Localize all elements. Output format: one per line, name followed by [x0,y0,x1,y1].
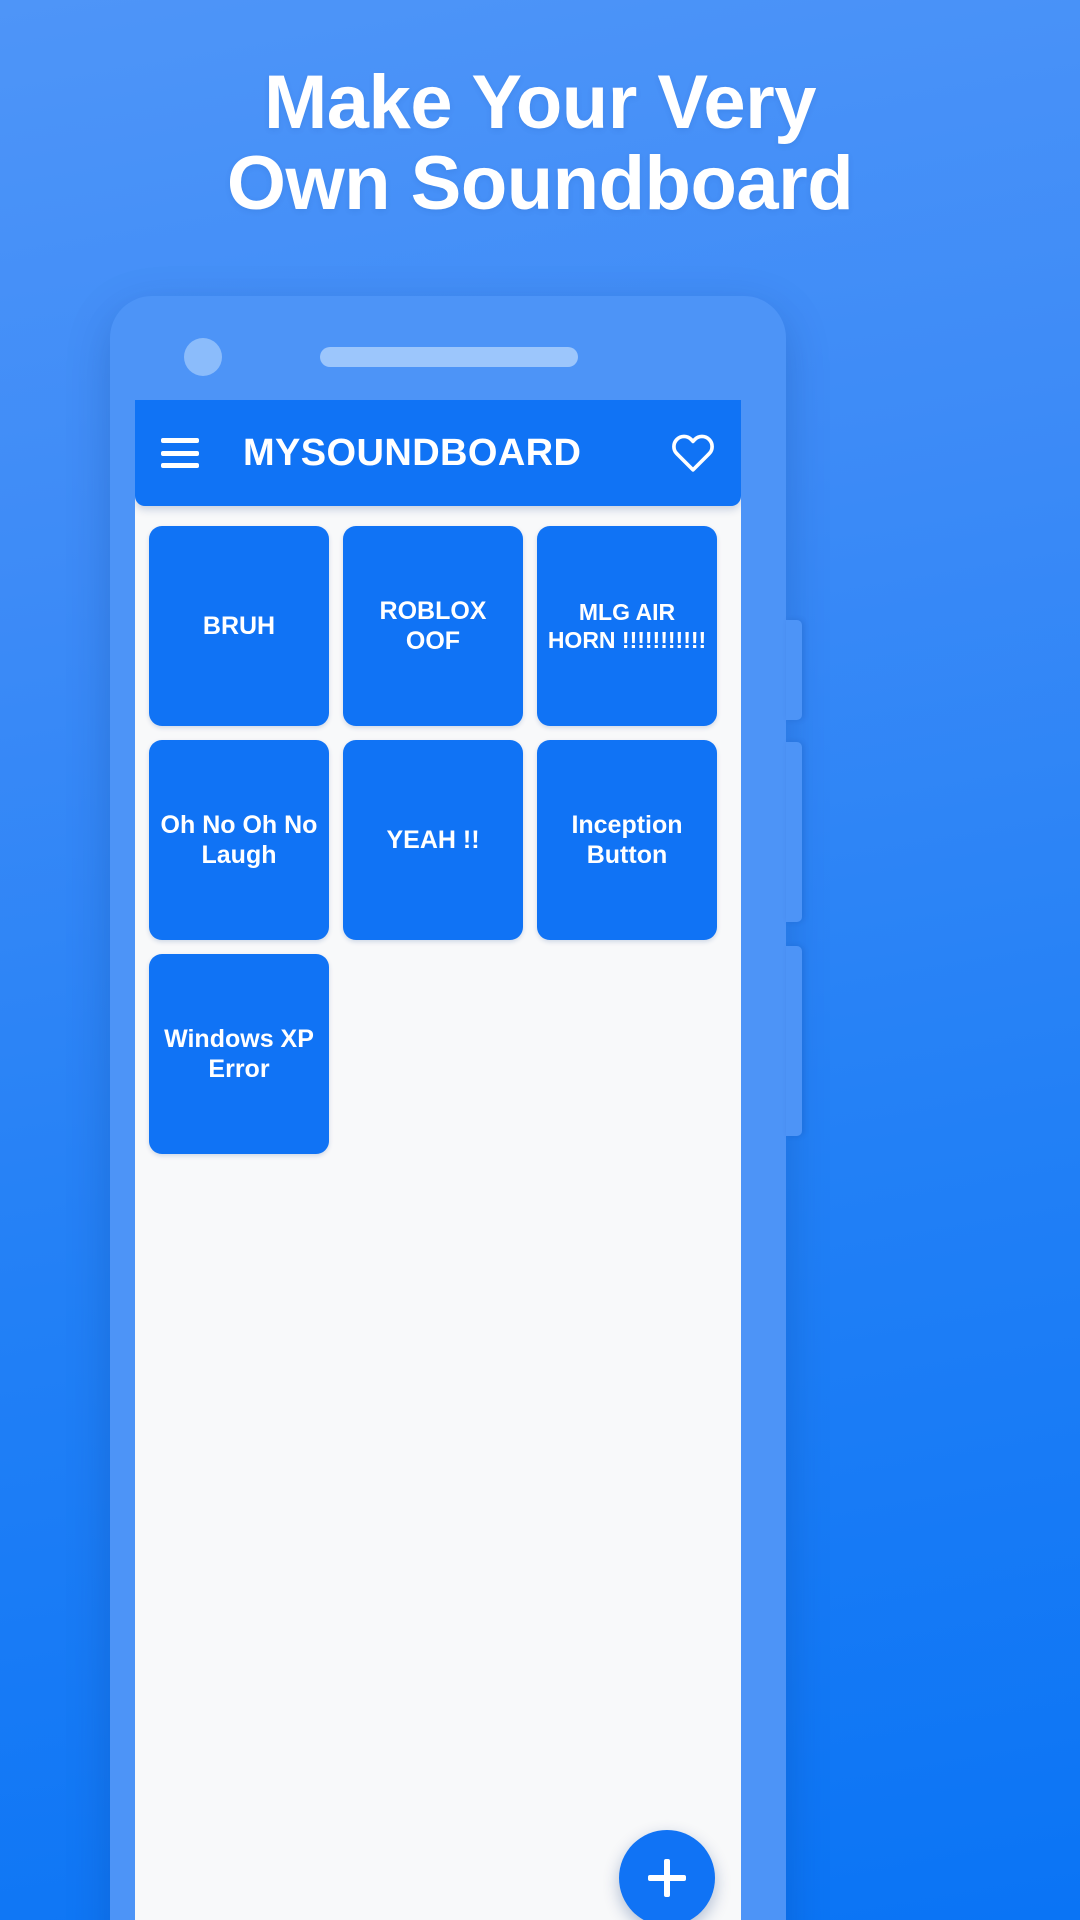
page-title: MYSOUNDBOARD [243,431,582,474]
headline-line-1: Make Your Very [263,60,817,145]
phone-mockup: MYSOUNDBOARD BRUH ROBLOX OOF MLG AIR HOR… [110,296,802,1920]
promo-screenshot: Make Your Very Own Soundboard MYSOUNDBOA… [0,0,1080,1920]
volume-up-button[interactable] [786,742,802,922]
sound-button[interactable]: Oh No Oh No Laugh [149,740,329,940]
sound-button[interactable]: YEAH !! [343,740,523,940]
sound-button-grid: BRUH ROBLOX OOF MLG AIR HORN !!!!!!!!!!!… [135,516,741,1164]
sound-button[interactable]: Windows XP Error [149,954,329,1154]
camera-dot-icon [184,338,222,376]
hamburger-menu-icon[interactable] [161,438,199,468]
speaker-grille-icon [320,347,578,367]
headline-line-2: Own Soundboard [226,141,854,227]
heart-outline-icon[interactable] [671,431,715,475]
sound-button[interactable]: BRUH [149,526,329,726]
sound-button[interactable]: Inception Button [537,740,717,940]
sound-button[interactable]: MLG AIR HORN !!!!!!!!!!! [537,526,717,726]
volume-down-button[interactable] [786,946,802,1136]
sound-button[interactable]: ROBLOX OOF [343,526,523,726]
app-bar: MYSOUNDBOARD [135,400,741,506]
power-button[interactable] [786,620,802,720]
promo-headline: Make Your Very Own Soundboard [0,62,1080,225]
plus-icon [664,1859,670,1897]
phone-screen: MYSOUNDBOARD BRUH ROBLOX OOF MLG AIR HOR… [135,400,741,1920]
add-sound-fab[interactable] [619,1830,715,1920]
